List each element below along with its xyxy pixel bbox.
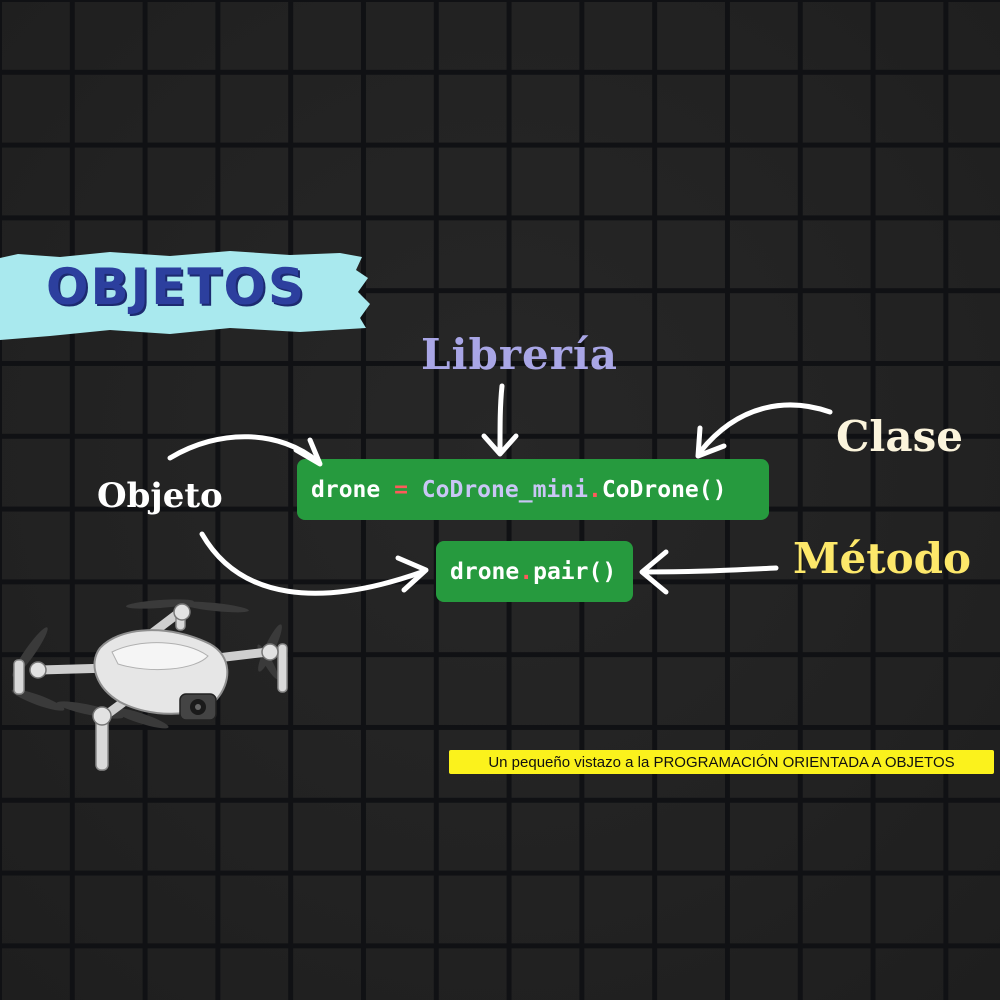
arrow-icon (497, 383, 505, 455)
arrow-icon (641, 565, 779, 575)
drone-illustration (11, 599, 288, 771)
arrows (167, 383, 833, 596)
arrow-icon (697, 402, 833, 455)
arrow-icon (199, 531, 425, 596)
